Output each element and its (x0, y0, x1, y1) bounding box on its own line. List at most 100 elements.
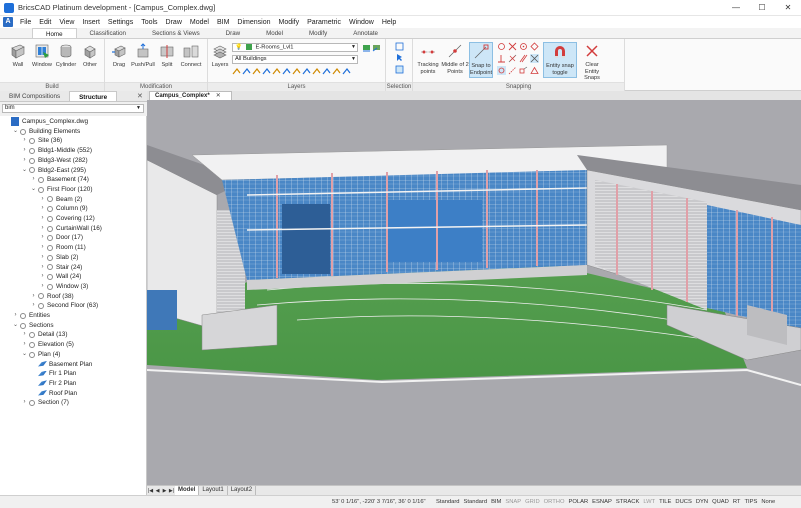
chevron-right-icon[interactable]: › (39, 195, 46, 205)
tree-item[interactable]: › Basement (74) (30, 175, 89, 185)
tab-draw[interactable]: Draw (213, 28, 253, 38)
status-toggle-none[interactable]: None (759, 496, 777, 508)
layer-tool-icon[interactable] (312, 67, 321, 76)
status-toggle-quad[interactable]: QUAD (710, 496, 731, 508)
menu-parametric[interactable]: Parametric (303, 19, 345, 26)
cylinder-button[interactable]: Cylinder (54, 42, 78, 78)
layer-tool-icon[interactable] (252, 67, 261, 76)
first-layout-button[interactable]: |◀ (147, 488, 154, 494)
next-layout-button[interactable]: ▶ (161, 488, 168, 494)
status-toggle-tile[interactable]: TILE (657, 496, 673, 508)
menu-draw[interactable]: Draw (162, 19, 186, 26)
tree-item[interactable]: › Slab (2) (39, 253, 79, 263)
window-button[interactable]: Window (30, 42, 54, 78)
tab-home[interactable]: Home (32, 28, 77, 38)
layer-combo[interactable]: 💡 E-Rooms_Lvl1 ▼ (232, 43, 358, 52)
tree-item[interactable]: Basement Plan (30, 360, 92, 370)
chevron-right-icon[interactable]: › (21, 136, 28, 146)
tree-item[interactable]: › Elevation (5) (21, 340, 74, 350)
snap-nearest-icon[interactable] (508, 54, 517, 63)
wall-button[interactable]: Wall (6, 42, 30, 78)
minimize-button[interactable]: — (723, 0, 749, 16)
tree-item[interactable]: ⌄ Building Elements (12, 127, 80, 137)
tree-item[interactable]: ⌄ Bldg2-East (295) (21, 166, 86, 176)
layer-tool-icon[interactable] (342, 67, 351, 76)
tree-item[interactable]: › Door (17) (39, 233, 84, 243)
document-tab[interactable]: Campus_Complex* ✕ (149, 91, 232, 100)
tree-item[interactable]: › Room (11) (39, 243, 86, 253)
snap-perpendicular-icon[interactable] (497, 54, 506, 63)
snap-node-icon[interactable] (497, 66, 506, 75)
split-button[interactable]: Split (155, 42, 179, 78)
chevron-down-icon[interactable]: ⌄ (12, 321, 19, 331)
chevron-right-icon[interactable]: › (30, 301, 37, 311)
chevron-right-icon[interactable]: › (39, 243, 46, 253)
chevron-right-icon[interactable]: › (39, 282, 46, 292)
chevron-down-icon[interactable]: ⌄ (21, 350, 28, 360)
status-toggle-esnap[interactable]: ESNAP (590, 496, 614, 508)
snap-extension-icon[interactable] (508, 66, 517, 75)
layers-button[interactable]: Layers (210, 42, 230, 78)
tree-item[interactable]: › Entities (12, 311, 50, 321)
status-toggle-dyn[interactable]: DYN (694, 496, 710, 508)
chevron-right-icon[interactable]: › (39, 224, 46, 234)
tab-layout2[interactable]: Layout2 (228, 486, 257, 495)
tree-item[interactable]: Flr 1 Plan (30, 369, 76, 379)
snap-tangent-icon[interactable] (497, 42, 506, 51)
model-viewport[interactable] (147, 100, 801, 485)
menu-bim[interactable]: BIM (213, 19, 233, 26)
menu-model[interactable]: Model (186, 19, 213, 26)
status-toggle-grid[interactable]: GRID (523, 496, 542, 508)
tree-item[interactable]: Campus_Complex.dwg (3, 117, 88, 127)
middle-of-2-points-button[interactable]: Middle of 2 Points (441, 42, 469, 78)
snap-none-icon[interactable] (530, 54, 539, 63)
tree-item[interactable]: › Window (3) (39, 282, 89, 292)
status-toggle-lwt[interactable]: LWT (641, 496, 657, 508)
tab-model-space[interactable]: Model (175, 486, 200, 495)
drag-button[interactable]: Drag (107, 42, 131, 78)
menu-view[interactable]: View (55, 19, 78, 26)
snap-center-icon[interactable] (519, 42, 528, 51)
tree-item[interactable]: Flr 2 Plan (30, 379, 76, 389)
chevron-right-icon[interactable]: › (21, 330, 28, 340)
menu-insert[interactable]: Insert (78, 19, 104, 26)
tree-item[interactable]: › Beam (2) (39, 195, 83, 205)
tree-item[interactable]: › Second Floor (63) (30, 301, 99, 311)
chevron-right-icon[interactable]: › (21, 398, 28, 408)
tab-model[interactable]: Model (253, 28, 296, 38)
chevron-right-icon[interactable]: › (21, 340, 28, 350)
layer-tool-icon[interactable] (242, 67, 251, 76)
tab-classification[interactable]: Classification (77, 28, 139, 38)
snap-parallel-icon[interactable] (519, 54, 528, 63)
previous-layout-button[interactable]: ◀ (154, 488, 161, 494)
layer-tool-icon[interactable] (292, 67, 301, 76)
layer-previous-icon[interactable] (372, 43, 381, 52)
tree-item[interactable]: › CurtainWall (16) (39, 224, 102, 234)
chevron-right-icon[interactable]: › (21, 156, 28, 166)
menu-dimension[interactable]: Dimension (233, 19, 274, 26)
layer-tool-icon[interactable] (282, 67, 291, 76)
status-toggle-rt[interactable]: RT (731, 496, 743, 508)
status-toggle-standard[interactable]: Standard (462, 496, 490, 508)
status-toggle-bim[interactable]: BIM (489, 496, 503, 508)
tree-item[interactable]: › Detail (13) (21, 330, 68, 340)
tree-item[interactable]: › Wall (24) (39, 272, 82, 282)
layer-match-icon[interactable] (362, 43, 371, 52)
menu-settings[interactable]: Settings (104, 19, 137, 26)
menu-help[interactable]: Help (378, 19, 400, 26)
chevron-down-icon[interactable]: ⌄ (30, 185, 37, 195)
select-cycle-icon[interactable] (395, 65, 404, 74)
chevron-right-icon[interactable]: › (39, 253, 46, 263)
last-layout-button[interactable]: ▶| (168, 488, 175, 494)
chevron-right-icon[interactable]: › (39, 204, 46, 214)
status-toggle-strack[interactable]: STRACK (614, 496, 642, 508)
menu-edit[interactable]: Edit (35, 19, 55, 26)
select-cursor-icon[interactable] (395, 53, 404, 62)
tree-item[interactable]: › Bldg1-Middle (552) (21, 146, 93, 156)
status-toggle-snap[interactable]: SNAP (503, 496, 523, 508)
tree-item[interactable]: Roof Plan (30, 389, 77, 399)
snap-intersection-icon[interactable] (508, 42, 517, 51)
close-icon[interactable]: ✕ (137, 91, 143, 102)
snap-insertion-icon[interactable] (519, 66, 528, 75)
chevron-right-icon[interactable]: › (21, 146, 28, 156)
